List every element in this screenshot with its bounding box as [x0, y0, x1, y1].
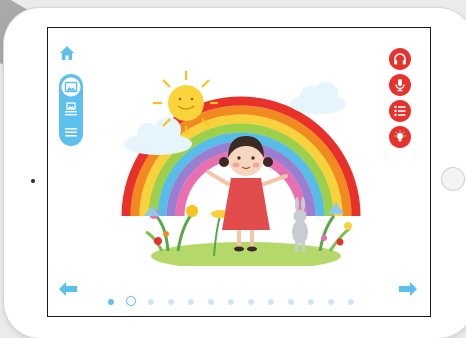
lightbulb-icon[interactable]	[389, 126, 411, 148]
tablet-home-button[interactable]	[441, 167, 465, 191]
page-dot[interactable]	[248, 299, 254, 305]
cloud-right	[290, 82, 346, 114]
text-icon[interactable]	[61, 123, 81, 143]
page-dot[interactable]	[288, 299, 294, 305]
page-dot[interactable]	[308, 299, 314, 305]
page-dot[interactable]	[348, 299, 354, 305]
page-dot[interactable]	[168, 299, 174, 305]
arrow-right-icon[interactable]	[398, 281, 418, 297]
page-dot[interactable]	[188, 299, 194, 305]
image-text-icon[interactable]	[61, 100, 81, 120]
list-icon[interactable]	[389, 100, 411, 122]
page-dot[interactable]	[268, 299, 274, 305]
story-illustration	[121, 71, 361, 266]
app-screen	[48, 28, 430, 316]
headphones-icon[interactable]	[389, 48, 411, 70]
page-dot[interactable]	[228, 299, 234, 305]
tablet-camera	[31, 179, 35, 183]
arrow-left-icon[interactable]	[58, 281, 78, 297]
page-dot[interactable]	[208, 299, 214, 305]
microphone-icon[interactable]	[389, 74, 411, 96]
page-dot[interactable]	[126, 296, 136, 306]
view-mode-toolbar	[59, 74, 83, 146]
home-icon[interactable]	[59, 45, 75, 61]
image-icon[interactable]	[61, 77, 81, 97]
page-dot[interactable]	[108, 299, 114, 305]
page-dot[interactable]	[328, 299, 334, 305]
page-dot[interactable]	[148, 299, 154, 305]
page-indicator	[108, 296, 368, 308]
